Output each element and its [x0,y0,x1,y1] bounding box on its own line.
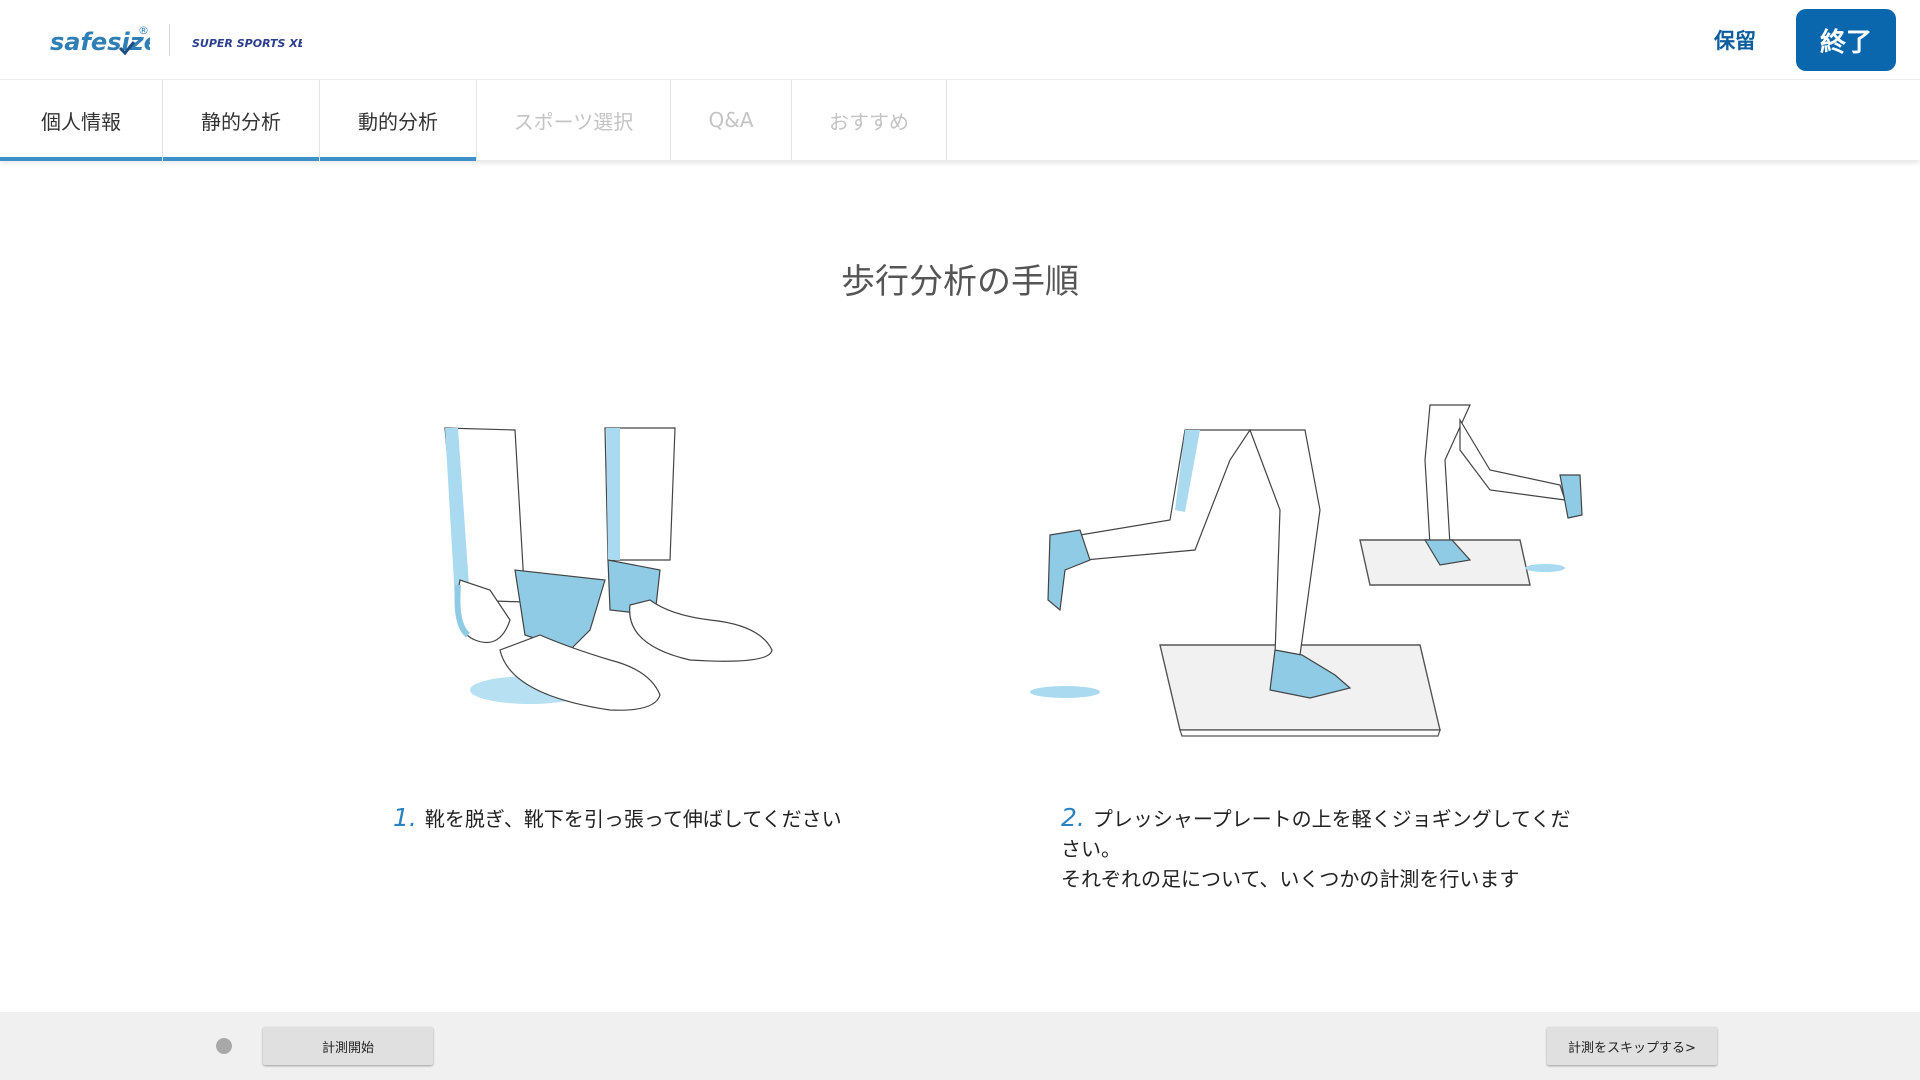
tab-recommendations: おすすめ [792,80,947,160]
tab-label: 個人情報 [41,109,121,134]
step-text: 靴を脱ぎ、靴下を引っ張って伸ばしてください [424,807,842,831]
step-number: 2. [1061,803,1085,832]
step-text-secondary: それぞれの足について、いくつかの計測を行います [1061,867,1520,891]
tab-label: おすすめ [829,109,909,134]
sock-pull-illustration [444,427,773,711]
tab-static-analysis[interactable]: 静的分析 [163,80,320,161]
skip-measurement-button[interactable]: 計測をスキップする> [1547,1027,1717,1065]
step-number: 1. [393,803,417,832]
tab-personal-info[interactable]: 個人情報 [0,80,163,161]
status-dot-icon [216,1038,232,1054]
start-measurement-button[interactable]: 計測開始 [263,1027,433,1065]
xebio-logo: SUPER SPORTS XEBIO [192,37,302,50]
tab-sports-selection: スポーツ選択 [477,80,671,160]
svg-text:®: ® [138,24,149,37]
svg-text:safesize: safesize [50,28,150,56]
jogging-illustration [1030,404,1583,737]
tab-label: スポーツ選択 [513,109,634,134]
step-tabs: 個人情報 静的分析 動的分析 スポーツ選択 Q&A おすすめ [0,79,1920,161]
tab-dynamic-analysis[interactable]: 動的分析 [320,80,477,161]
page-title: 歩行分析の手順 [841,262,1079,302]
svg-text:SUPER SPORTS XEBIO: SUPER SPORTS XEBIO [192,37,302,50]
step-1-instruction: 1. 靴を脱ぎ、靴下を引っ張って伸ばしてください [393,803,873,834]
step-text: プレッシャープレートの上を軽くジョギングしてください。 [1061,807,1571,861]
tab-label: 静的分析 [201,109,281,134]
tab-label: Q&A [708,108,754,132]
tab-label: 動的分析 [358,109,438,134]
safesize-logo: safesize ® [50,24,150,56]
top-header: safesize ® SUPER SPORTS XEBIO 保留 終了 [0,0,1920,79]
logo-divider [169,24,170,56]
step-2-instruction: 2. プレッシャープレートの上を軽くジョギングしてください。 それぞれの足について… [1061,803,1571,894]
tab-qa: Q&A [671,80,792,160]
hold-button[interactable]: 保留 [1700,20,1770,60]
end-button[interactable]: 終了 [1796,9,1896,71]
